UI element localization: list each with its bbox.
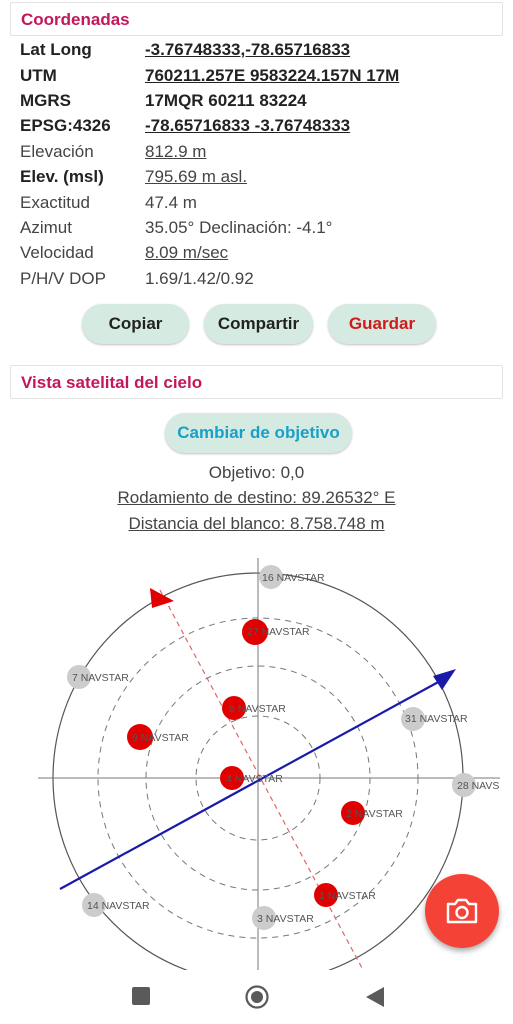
back-triangle-icon[interactable] <box>364 985 386 1009</box>
camera-fab-button[interactable] <box>425 874 499 948</box>
satellite-27[interactable]: 27 NAVSTAR <box>242 619 310 645</box>
bearing-text[interactable]: Rodamiento de destino: 89.26532° E <box>0 488 513 508</box>
home-circle-icon[interactable] <box>245 985 269 1009</box>
label-azimuth: Azimut <box>20 218 72 237</box>
sky-title: Vista satelital del cielo <box>21 373 203 392</box>
satellite-4[interactable]: 4 NAVSTAR <box>220 766 283 790</box>
target-arrow-icon <box>150 588 174 608</box>
row-dop: P/H/V DOP 1.69/1.42/0.92 <box>20 269 500 293</box>
satellite-31[interactable]: 31 NAVSTAR <box>401 707 468 731</box>
row-azimuth: Azimut 35.05° Declinación: -4.1° <box>20 218 500 242</box>
satellite-14[interactable]: 14 NAVSTAR <box>82 893 150 917</box>
coords-title: Coordenadas <box>21 10 130 29</box>
label-accuracy: Exactitud <box>20 193 90 212</box>
satellite-28[interactable]: 28 NAVS <box>452 773 499 797</box>
row-elevation: Elevación 812.9 m <box>20 142 500 166</box>
satellite-2[interactable]: 2 NAVSTAR <box>341 801 403 825</box>
share-button[interactable]: Compartir <box>204 304 313 344</box>
label-elev-msl: Elev. (msl) <box>20 167 104 186</box>
save-button[interactable]: Guardar <box>328 304 436 344</box>
label-utm: UTM <box>20 66 57 85</box>
satellite-label: 4 NAVSTAR <box>226 773 283 785</box>
value-elevation[interactable]: 812.9 m <box>145 142 206 162</box>
value-latlong[interactable]: -3.76748333,-78.65716833 <box>145 40 350 60</box>
value-accuracy: 47.4 m <box>145 193 197 212</box>
label-epsg: EPSG:4326 <box>20 116 111 135</box>
satellite-label: 8 NAVSTAR <box>229 703 286 715</box>
value-azimuth: 35.05° Declinación: -4.1° <box>145 218 333 237</box>
value-epsg[interactable]: -78.65716833 -3.76748333 <box>145 116 350 136</box>
satellite-label: 7 NAVSTAR <box>72 672 129 684</box>
sky-section-header: Vista satelital del cielo <box>10 365 503 399</box>
value-mgrs: 17MQR 60211 83224 <box>145 91 307 110</box>
satellite-16[interactable]: 16 NAVSTAR <box>259 565 325 589</box>
label-elevation: Elevación <box>20 142 94 161</box>
satellite-label: 16 NAVSTAR <box>262 572 325 584</box>
row-latlong: Lat Long -3.76748333,-78.65716833 <box>20 40 500 64</box>
row-mgrs: MGRS 17MQR 60211 83224 <box>20 91 500 115</box>
value-speed[interactable]: 8.09 m/sec <box>145 243 228 263</box>
label-speed: Velocidad <box>20 243 94 262</box>
label-latlong: Lat Long <box>20 40 92 59</box>
value-dop: 1.69/1.42/0.92 <box>145 269 254 288</box>
camera-icon <box>446 898 478 924</box>
heading-arrow-icon <box>433 669 456 690</box>
recents-square-icon[interactable] <box>132 987 150 1005</box>
label-dop: P/H/V DOP <box>20 269 106 288</box>
coords-section-header: Coordenadas <box>10 2 503 36</box>
target-text: Objetivo: 0,0 <box>208 463 305 482</box>
satellite-label: 31 NAVSTAR <box>405 713 468 725</box>
satellite-label: 27 NAVSTAR <box>247 626 310 638</box>
satellite-3[interactable]: 3 NAVSTAR <box>252 906 314 930</box>
label-mgrs: MGRS <box>20 91 71 110</box>
satellite-label: 28 NAVS <box>457 780 499 792</box>
distance-text[interactable]: Distancia del blanco: 8.758.748 m <box>0 514 513 534</box>
satellite-9[interactable]: 9 NAVSTAR <box>127 724 189 750</box>
change-target-button[interactable]: Cambiar de objetivo <box>165 413 352 453</box>
satellite-label: 14 NAVSTAR <box>87 900 150 912</box>
row-epsg: EPSG:4326 -78.65716833 -3.76748333 <box>20 116 500 140</box>
satellite-label: 3 NAVSTAR <box>257 913 314 925</box>
satellite-7[interactable]: 7 NAVSTAR <box>67 665 129 689</box>
satellite-label: 1 NAVSTAR <box>319 890 376 902</box>
row-accuracy: Exactitud 47.4 m <box>20 193 500 217</box>
satellite-1[interactable]: 1 NAVSTAR <box>314 883 376 907</box>
value-elev-msl[interactable]: 795.69 m asl. <box>145 167 247 187</box>
system-nav-bar <box>0 970 513 1024</box>
copy-button[interactable]: Copiar <box>82 304 189 344</box>
row-speed: Velocidad 8.09 m/sec <box>20 243 500 267</box>
value-utm[interactable]: 760211.257E 9583224.157N 17M <box>145 66 399 86</box>
satellite-label: 9 NAVSTAR <box>132 732 189 744</box>
row-utm: UTM 760211.257E 9583224.157N 17M <box>20 66 500 90</box>
satellite-label: 2 NAVSTAR <box>346 808 403 820</box>
row-elev-msl: Elev. (msl) 795.69 m asl. <box>20 167 500 191</box>
